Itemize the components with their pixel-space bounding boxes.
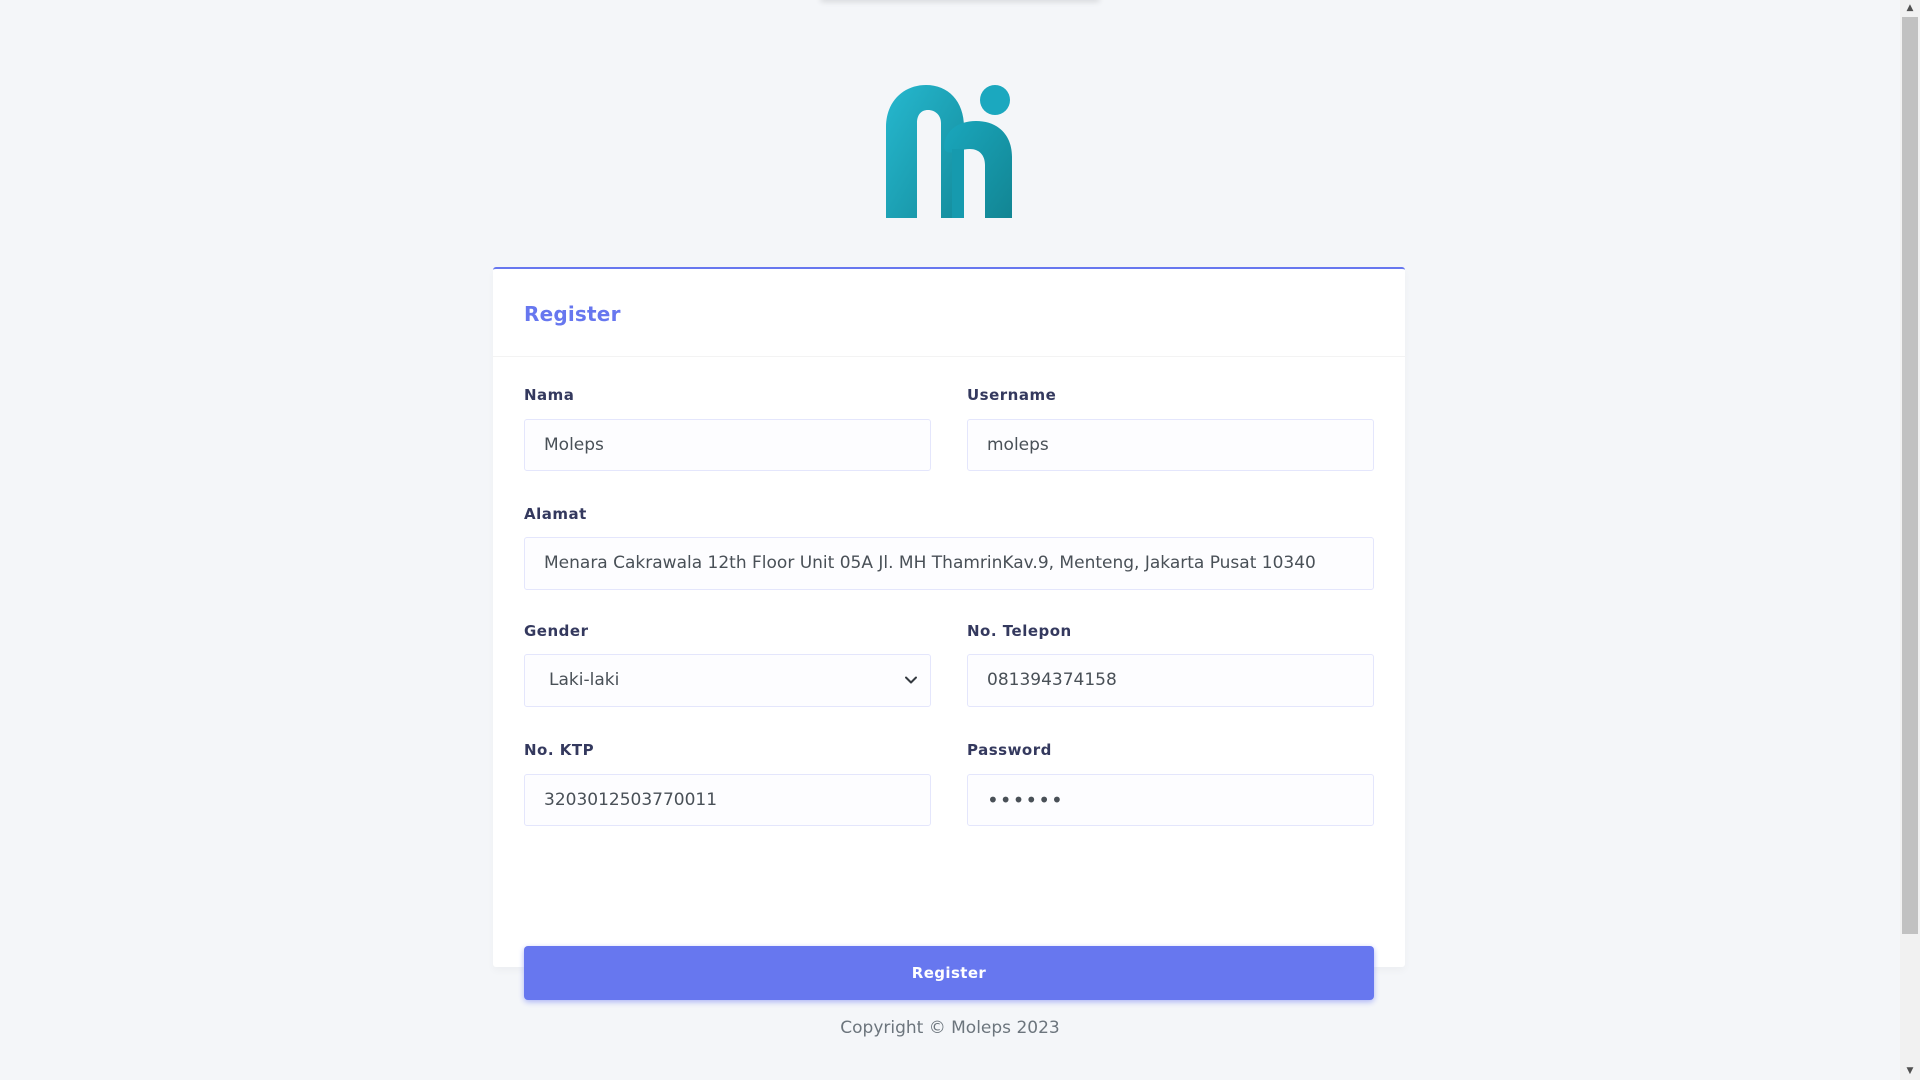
telepon-input[interactable]: 081394374158 — [967, 654, 1374, 707]
register-button[interactable]: Register — [524, 946, 1374, 1000]
card-title: Register — [524, 302, 621, 326]
password-input[interactable]: •••••• — [967, 774, 1374, 826]
scroll-down-arrow-icon[interactable]: ▼ — [1900, 1063, 1920, 1080]
register-page: Register Nama Moleps Username moleps Ala… — [0, 0, 1920, 1080]
ktp-group: No. KTP 3203012503770011 — [524, 741, 931, 826]
gender-label: Gender — [524, 622, 589, 640]
scrollbar-thumb[interactable] — [1902, 17, 1918, 934]
ktp-input[interactable]: 3203012503770011 — [524, 774, 931, 826]
alamat-group: Alamat Menara Cakrawala 12th Floor Unit … — [524, 505, 1374, 590]
password-label: Password — [967, 741, 1052, 759]
gender-selected-value: Laki-laki — [549, 670, 620, 690]
username-label: Username — [967, 386, 1057, 404]
password-group: Password •••••• — [967, 741, 1374, 826]
nama-input[interactable]: Moleps — [524, 419, 931, 471]
nama-group: Nama Moleps — [524, 386, 931, 471]
vertical-scrollbar[interactable]: ▲ ▼ — [1900, 0, 1920, 1080]
nama-label: Nama — [524, 386, 575, 404]
alamat-label: Alamat — [524, 505, 587, 523]
telepon-label: No. Telepon — [967, 622, 1072, 640]
ktp-label: No. KTP — [524, 741, 595, 759]
card-header: Register — [493, 269, 1405, 357]
username-group: Username moleps — [967, 386, 1374, 471]
alamat-input[interactable]: Menara Cakrawala 12th Floor Unit 05A Jl.… — [524, 537, 1374, 590]
gender-group: Gender Laki-laki — [524, 622, 931, 707]
brand-logo — [884, 83, 1016, 223]
footer-copyright: Copyright © Moleps 2023 — [840, 1018, 1060, 1038]
m-logo-icon — [886, 85, 1012, 218]
telepon-group: No. Telepon 081394374158 — [967, 622, 1374, 707]
gender-select[interactable]: Laki-laki — [524, 654, 931, 707]
register-card: Register Nama Moleps Username moleps Ala… — [493, 267, 1405, 1000]
chevron-down-icon — [905, 676, 917, 684]
scroll-up-arrow-icon[interactable]: ▲ — [1900, 0, 1920, 17]
username-input[interactable]: moleps — [967, 419, 1374, 471]
